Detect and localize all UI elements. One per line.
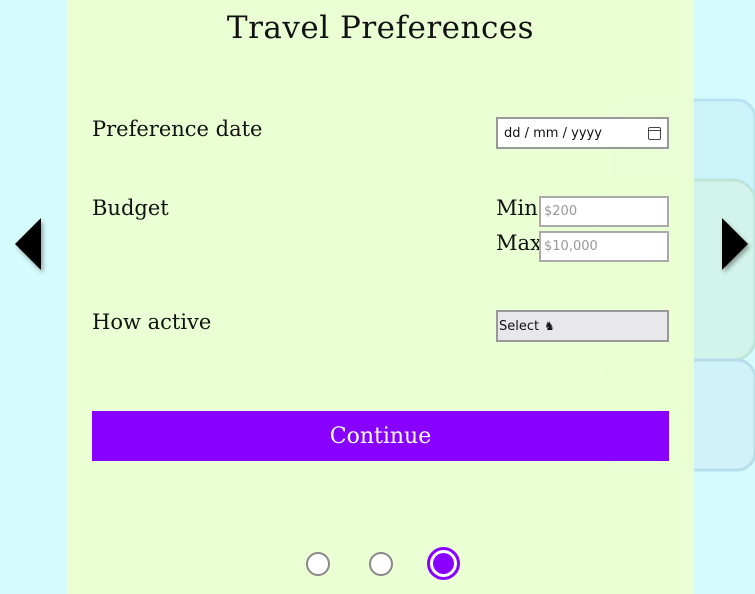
budget-min-input[interactable]: $200	[539, 196, 669, 227]
chevron-left-icon[interactable]	[15, 218, 41, 270]
continue-button[interactable]: Continue	[92, 411, 669, 461]
how-active-select[interactable]: Select ♞	[496, 310, 669, 342]
how-active-label: How active	[92, 310, 212, 334]
step-dot-1[interactable]	[306, 552, 330, 576]
budget-max-placeholder: $10,000	[544, 239, 598, 254]
step-dot-2[interactable]	[369, 552, 393, 576]
chevron-right-icon[interactable]	[722, 218, 748, 270]
budget-max-label: Max	[496, 231, 542, 255]
budget-min-placeholder: $200	[544, 204, 578, 219]
step-dot-3-active[interactable]	[427, 547, 460, 580]
how-active-selected-value: Select	[499, 318, 540, 334]
calendar-icon[interactable]	[648, 126, 661, 140]
date-input-value: dd / mm / yyyy	[504, 125, 602, 141]
budget-max-input[interactable]: $10,000	[539, 231, 669, 262]
preference-date-label: Preference date	[92, 117, 263, 141]
knight-icon: ♞	[544, 319, 555, 333]
preference-date-input[interactable]: dd / mm / yyyy	[496, 117, 669, 149]
budget-label: Budget	[92, 196, 169, 220]
budget-min-label: Min	[496, 196, 538, 220]
preferences-panel: Travel Preferences Preference date dd / …	[67, 0, 694, 594]
page-title: Travel Preferences	[226, 10, 535, 46]
